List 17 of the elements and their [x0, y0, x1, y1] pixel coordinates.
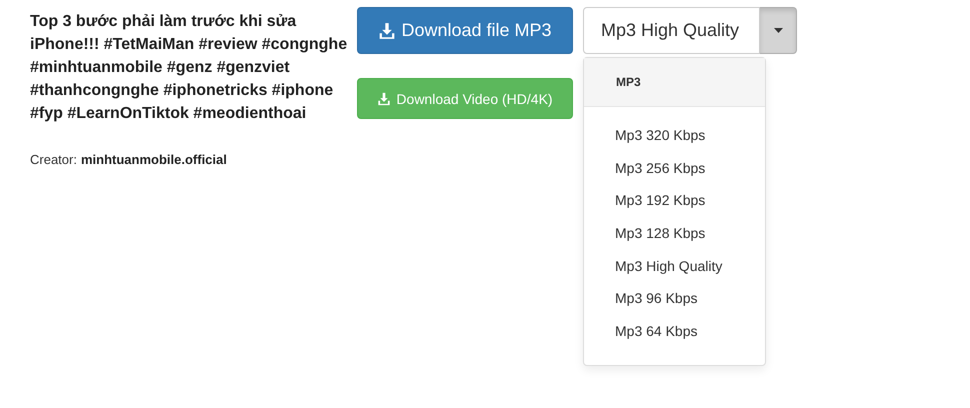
menu-option[interactable]: Mp3 64 Kbps: [584, 314, 765, 348]
menu-option[interactable]: Mp3 128 Kbps: [584, 216, 765, 250]
creator-name: minhtuanmobile.official: [80, 152, 227, 167]
creator-label: Creator:: [30, 152, 77, 167]
download-mp3-button[interactable]: Download file MP3: [357, 7, 573, 54]
menu-header: MP3: [584, 58, 765, 107]
video-title: Top 3 bước phải làm trước khi sửa iPhone!!! #TetMaiMan #review #congnghe #minhtuanmobile #genz #genzviet #thanhcongnghe #iphonetricks #iphone #fyp #LearnOnTiktok #meodienthoai: [30, 12, 348, 124]
menu-option[interactable]: Mp3 96 Kbps: [584, 282, 765, 315]
quality-select[interactable]: Mp3 High Quality: [583, 7, 760, 54]
menu-option[interactable]: Mp3 High Quality: [584, 249, 765, 282]
menu-option[interactable]: Mp3 256 Kbps: [584, 152, 765, 184]
download-icon: [378, 22, 396, 40]
menu-option[interactable]: Mp3 320 Kbps: [584, 119, 765, 152]
caret-icon: [774, 28, 782, 33]
dropdown-toggle-button[interactable]: [760, 7, 797, 54]
download-icon: [377, 92, 392, 106]
menu-option[interactable]: Mp3 192 Kbps: [584, 184, 765, 217]
